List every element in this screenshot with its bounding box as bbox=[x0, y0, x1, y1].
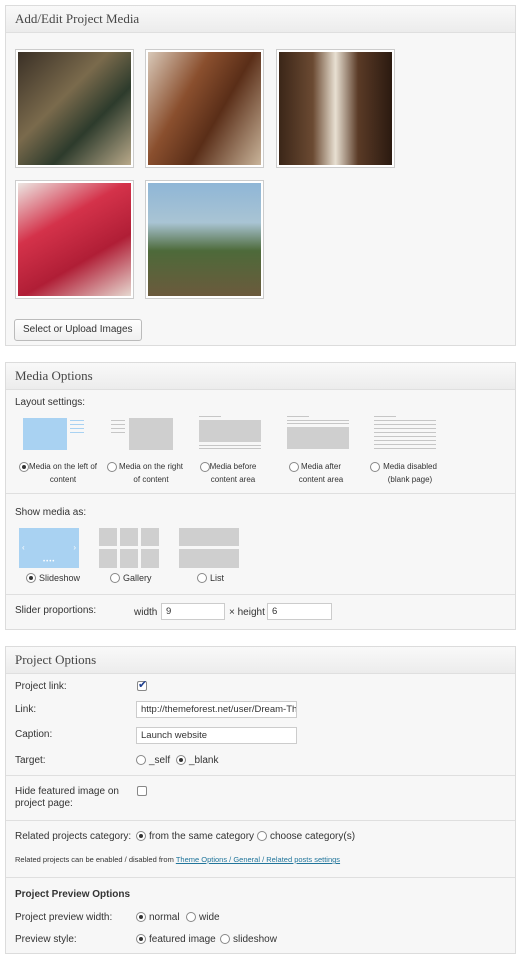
panel-title: Media Options bbox=[6, 363, 515, 390]
media-thumbnail[interactable] bbox=[145, 49, 264, 168]
link-label: Link: bbox=[15, 704, 37, 715]
layout-option-label: Media after content area bbox=[298, 462, 344, 484]
upload-images-button[interactable]: Select or Upload Images bbox=[14, 319, 142, 341]
slider-width-input[interactable]: 9 bbox=[161, 603, 225, 620]
slideshow-radio[interactable] bbox=[26, 573, 36, 583]
related-choose-radio[interactable] bbox=[257, 831, 267, 841]
target-blank-label: _blank bbox=[189, 755, 219, 766]
divider bbox=[6, 820, 515, 821]
project-options-panel: Project Options Project link: Link: http… bbox=[5, 646, 516, 954]
list-preview[interactable] bbox=[179, 528, 239, 568]
target-self-label: _self bbox=[149, 755, 171, 766]
layout-media-left-option[interactable] bbox=[23, 418, 85, 450]
layout-media-before-option[interactable] bbox=[199, 416, 261, 450]
target-blank-radio[interactable] bbox=[176, 755, 186, 765]
preview-wide-label: wide bbox=[199, 912, 220, 923]
list-radio[interactable] bbox=[197, 573, 207, 583]
related-choose-label: choose category(s) bbox=[270, 831, 356, 842]
slideshow-preview[interactable]: ‹ › •••• bbox=[19, 528, 79, 568]
slider-height-input[interactable]: 6 bbox=[267, 603, 332, 620]
layout-option-label: Media on the left of content bbox=[28, 462, 98, 484]
preview-slideshow-radio[interactable] bbox=[220, 934, 230, 944]
preview-options-heading: Project Preview Options bbox=[15, 889, 131, 900]
divider bbox=[6, 877, 515, 878]
list-label: List bbox=[210, 573, 225, 583]
hide-featured-label: Hide featured image on project page: bbox=[15, 786, 119, 809]
dots-icon: •••• bbox=[43, 559, 56, 565]
slider-proportions-label: Slider proportions: bbox=[15, 605, 97, 616]
layout-option-label: Media disabled (blank page) bbox=[383, 462, 437, 484]
preview-wide-radio[interactable] bbox=[186, 912, 196, 922]
project-link-checkbox[interactable] bbox=[137, 678, 147, 691]
panel-title: Project Options bbox=[6, 647, 515, 674]
preview-normal-radio[interactable] bbox=[136, 912, 146, 922]
related-category-label: Related projects category: bbox=[15, 831, 132, 842]
media-options-panel: Media Options Layout settings: Media on … bbox=[5, 362, 516, 630]
gallery-preview[interactable] bbox=[99, 528, 159, 568]
related-note: Related projects can be enabled / disabl… bbox=[15, 855, 340, 864]
layout-media-after-option[interactable] bbox=[287, 416, 349, 450]
show-media-label: Show media as: bbox=[15, 507, 87, 518]
caption-input[interactable]: Launch website bbox=[136, 727, 297, 744]
preview-featured-radio[interactable] bbox=[136, 934, 146, 944]
media-thumbnail[interactable] bbox=[15, 49, 134, 168]
media-thumbnail[interactable] bbox=[276, 49, 395, 168]
panel-title: Add/Edit Project Media bbox=[6, 6, 515, 33]
media-thumbnail[interactable] bbox=[145, 180, 264, 299]
preview-slideshow-label: slideshow bbox=[233, 934, 277, 945]
target-self-radio[interactable] bbox=[136, 755, 146, 765]
divider bbox=[6, 594, 515, 595]
preview-featured-label: featured image bbox=[149, 934, 216, 945]
layout-settings-label: Layout settings: bbox=[15, 397, 86, 408]
chevron-left-icon: ‹ bbox=[22, 543, 25, 552]
layout-option-label: Media before content area bbox=[209, 462, 257, 484]
gallery-label: Gallery bbox=[123, 573, 152, 583]
preview-normal-label: normal bbox=[149, 912, 180, 923]
preview-style-label: Preview style: bbox=[15, 934, 77, 945]
caption-label: Caption: bbox=[15, 729, 53, 740]
hide-featured-checkbox[interactable] bbox=[137, 786, 147, 796]
project-link-label: Project link: bbox=[15, 681, 67, 692]
width-label: width bbox=[134, 607, 158, 618]
related-note-text: Related projects can be enabled / disabl… bbox=[15, 855, 174, 864]
link-input[interactable]: http://themeforest.net/user/Dream-Th bbox=[136, 701, 297, 718]
project-media-panel: Add/Edit Project Media Select or Upload … bbox=[5, 5, 516, 346]
slideshow-label: Slideshow bbox=[39, 573, 81, 583]
gallery-radio[interactable] bbox=[110, 573, 120, 583]
preview-width-label: Project preview width: bbox=[15, 912, 113, 923]
divider bbox=[6, 775, 515, 776]
theme-options-link[interactable]: Theme Options / General / Related posts … bbox=[176, 855, 340, 864]
layout-media-disabled-option[interactable] bbox=[374, 416, 436, 450]
target-label: Target: bbox=[15, 755, 46, 766]
layout-option-label: Media on the right of content bbox=[118, 462, 184, 484]
height-label: × height bbox=[229, 607, 265, 618]
chevron-right-icon: › bbox=[73, 543, 76, 552]
layout-media-right-option[interactable] bbox=[111, 418, 173, 450]
related-same-label: from the same category bbox=[149, 831, 255, 842]
media-thumbnail[interactable] bbox=[15, 180, 134, 299]
divider bbox=[6, 493, 515, 494]
related-same-radio[interactable] bbox=[136, 831, 146, 841]
